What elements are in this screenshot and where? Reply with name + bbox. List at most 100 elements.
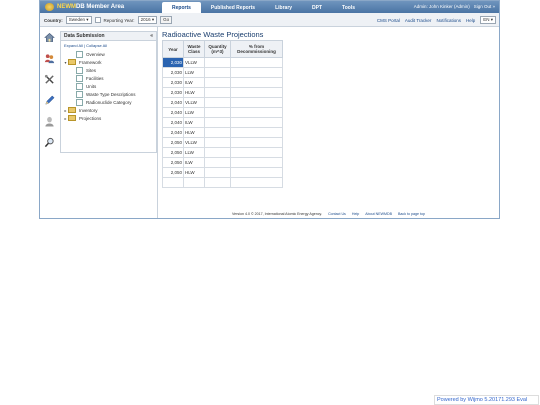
cell-waste-class[interactable]: HLW — [183, 167, 205, 178]
tab-dpt[interactable]: DPT — [302, 2, 332, 13]
reporting-year-checkbox[interactable] — [94, 17, 101, 23]
footer-help-link[interactable]: Help — [352, 212, 359, 216]
cell-quantity[interactable] — [204, 117, 231, 128]
cell-quantity[interactable] — [204, 67, 231, 78]
cell-waste-class[interactable]: ILW — [183, 77, 205, 88]
cms-portal-link[interactable]: CMS Portal — [377, 18, 400, 23]
tree-item[interactable]: Facilities — [61, 74, 156, 82]
cell-quantity[interactable] — [204, 57, 231, 68]
cell-decommissioning[interactable] — [230, 57, 283, 68]
table-row[interactable]: 2,040 ILW — [162, 117, 283, 128]
cell-waste-class[interactable]: LLW — [183, 67, 205, 78]
cell-decommissioning[interactable] — [230, 167, 283, 178]
expand-collapse-links[interactable]: Expand All | Collapse All — [61, 41, 156, 50]
cell-year[interactable]: 2,030 — [162, 67, 184, 78]
country-select[interactable]: Sweden ▾ — [65, 16, 92, 24]
tree-item[interactable]: Waste Type Descriptions — [61, 90, 156, 98]
help-link[interactable]: Help — [466, 18, 475, 23]
cell-quantity[interactable] — [204, 157, 231, 168]
tree-item[interactable]: Units — [61, 82, 156, 90]
tree-item[interactable]: Radionuclide Category — [61, 98, 156, 106]
cell-quantity[interactable] — [204, 167, 231, 178]
cell-quantity[interactable] — [204, 127, 231, 138]
table-row[interactable]: 2,050 VLLW — [162, 137, 283, 148]
table-row[interactable]: 2,040 LLW — [162, 107, 283, 118]
cell-quantity[interactable] — [204, 147, 231, 158]
cell-year[interactable]: 2,040 — [162, 127, 184, 138]
cell-decommissioning[interactable] — [230, 147, 283, 158]
cell-waste-class[interactable]: LLW — [183, 107, 205, 118]
table-row[interactable]: 2,040 VLLW — [162, 97, 283, 108]
tree-item[interactable]: Overview — [61, 50, 156, 58]
cell-year[interactable] — [162, 177, 184, 188]
admin-link[interactable]: Admin: John Kinker (Admin) — [414, 4, 470, 9]
tree-item[interactable]: ▸ Inventory — [61, 106, 156, 114]
home-icon[interactable] — [44, 32, 55, 43]
cell-decommissioning[interactable] — [230, 137, 283, 148]
audit-tracker-link[interactable]: Audit Tracker — [405, 18, 432, 23]
cell-year[interactable]: 2,030 — [162, 77, 184, 88]
table-row[interactable] — [162, 177, 283, 188]
cell-year[interactable]: 2,040 — [162, 107, 184, 118]
cell-decommissioning[interactable] — [230, 157, 283, 168]
table-row[interactable]: 2,050 ILW — [162, 157, 283, 168]
table-row[interactable]: 2,030 LLW — [162, 67, 283, 78]
cell-year[interactable]: 2,040 — [162, 117, 184, 128]
cell-waste-class[interactable]: ILW — [183, 157, 205, 168]
cell-year[interactable]: 2,030 — [162, 87, 184, 98]
column-header-year[interactable]: Year — [162, 40, 184, 58]
tree-item[interactable]: Sites — [61, 66, 156, 74]
magnifier-icon[interactable] — [44, 137, 55, 148]
cell-waste-class[interactable] — [183, 177, 205, 188]
cell-decommissioning[interactable] — [230, 97, 283, 108]
tab-tools[interactable]: Tools — [332, 2, 365, 13]
cell-year[interactable]: 2,030 — [162, 57, 184, 68]
cell-decommissioning[interactable] — [230, 177, 283, 188]
cell-year[interactable]: 2,050 — [162, 157, 184, 168]
language-select[interactable]: EN ▾ — [480, 16, 496, 24]
cell-quantity[interactable] — [204, 77, 231, 88]
cell-waste-class[interactable]: VLLW — [183, 137, 205, 148]
tab-published-reports[interactable]: Published Reports — [201, 2, 265, 13]
cell-decommissioning[interactable] — [230, 127, 283, 138]
collapse-panel-icon[interactable]: « — [150, 33, 153, 39]
users-icon[interactable] — [44, 53, 55, 64]
column-header-quantity[interactable]: Quantity (m^3) — [204, 40, 231, 58]
tab-library[interactable]: Library — [265, 2, 302, 13]
cell-waste-class[interactable]: LLW — [183, 147, 205, 158]
contact-us-link[interactable]: Contact Us — [328, 212, 346, 216]
column-header-decommissioning[interactable]: % from Decommissioning — [230, 40, 283, 58]
cell-decommissioning[interactable] — [230, 117, 283, 128]
table-row[interactable]: 2,030 ILW — [162, 77, 283, 88]
person-icon[interactable] — [44, 116, 55, 127]
sign-out-link[interactable]: Sign Out » — [474, 4, 495, 9]
app-logo[interactable]: NEWMDB Member Area — [45, 3, 124, 11]
cell-year[interactable]: 2,050 — [162, 167, 184, 178]
column-header-waste-class[interactable]: Waste Class — [183, 40, 205, 58]
tree-item[interactable]: ▾ Framework — [61, 58, 156, 66]
cell-decommissioning[interactable] — [230, 77, 283, 88]
cell-waste-class[interactable]: HLW — [183, 87, 205, 98]
cell-waste-class[interactable]: ILW — [183, 117, 205, 128]
about-link[interactable]: About NEWMDB — [365, 212, 392, 216]
back-to-top-link[interactable]: Back to page top — [398, 212, 425, 216]
cell-year[interactable]: 2,050 — [162, 137, 184, 148]
cell-waste-class[interactable]: VLLW — [183, 57, 205, 68]
cell-quantity[interactable] — [204, 97, 231, 108]
table-row[interactable]: 2,050 LLW — [162, 147, 283, 158]
cell-decommissioning[interactable] — [230, 107, 283, 118]
year-select[interactable]: 2016 ▾ — [137, 16, 158, 24]
tab-reports[interactable]: Reports — [162, 2, 201, 13]
cell-waste-class[interactable]: HLW — [183, 127, 205, 138]
table-row[interactable]: 2,030 HLW — [162, 87, 283, 98]
cell-quantity[interactable] — [204, 107, 231, 118]
cell-quantity[interactable] — [204, 137, 231, 148]
cell-waste-class[interactable]: VLLW — [183, 97, 205, 108]
table-row[interactable]: 2,040 HLW — [162, 127, 283, 138]
table-row[interactable]: 2,050 HLW — [162, 167, 283, 178]
go-button[interactable]: Go — [160, 16, 173, 24]
cell-decommissioning[interactable] — [230, 67, 283, 78]
wijmo-watermark[interactable]: Powered by Wijmo 5.20171.293 Eval — [434, 395, 539, 405]
cell-decommissioning[interactable] — [230, 87, 283, 98]
cell-quantity[interactable] — [204, 87, 231, 98]
